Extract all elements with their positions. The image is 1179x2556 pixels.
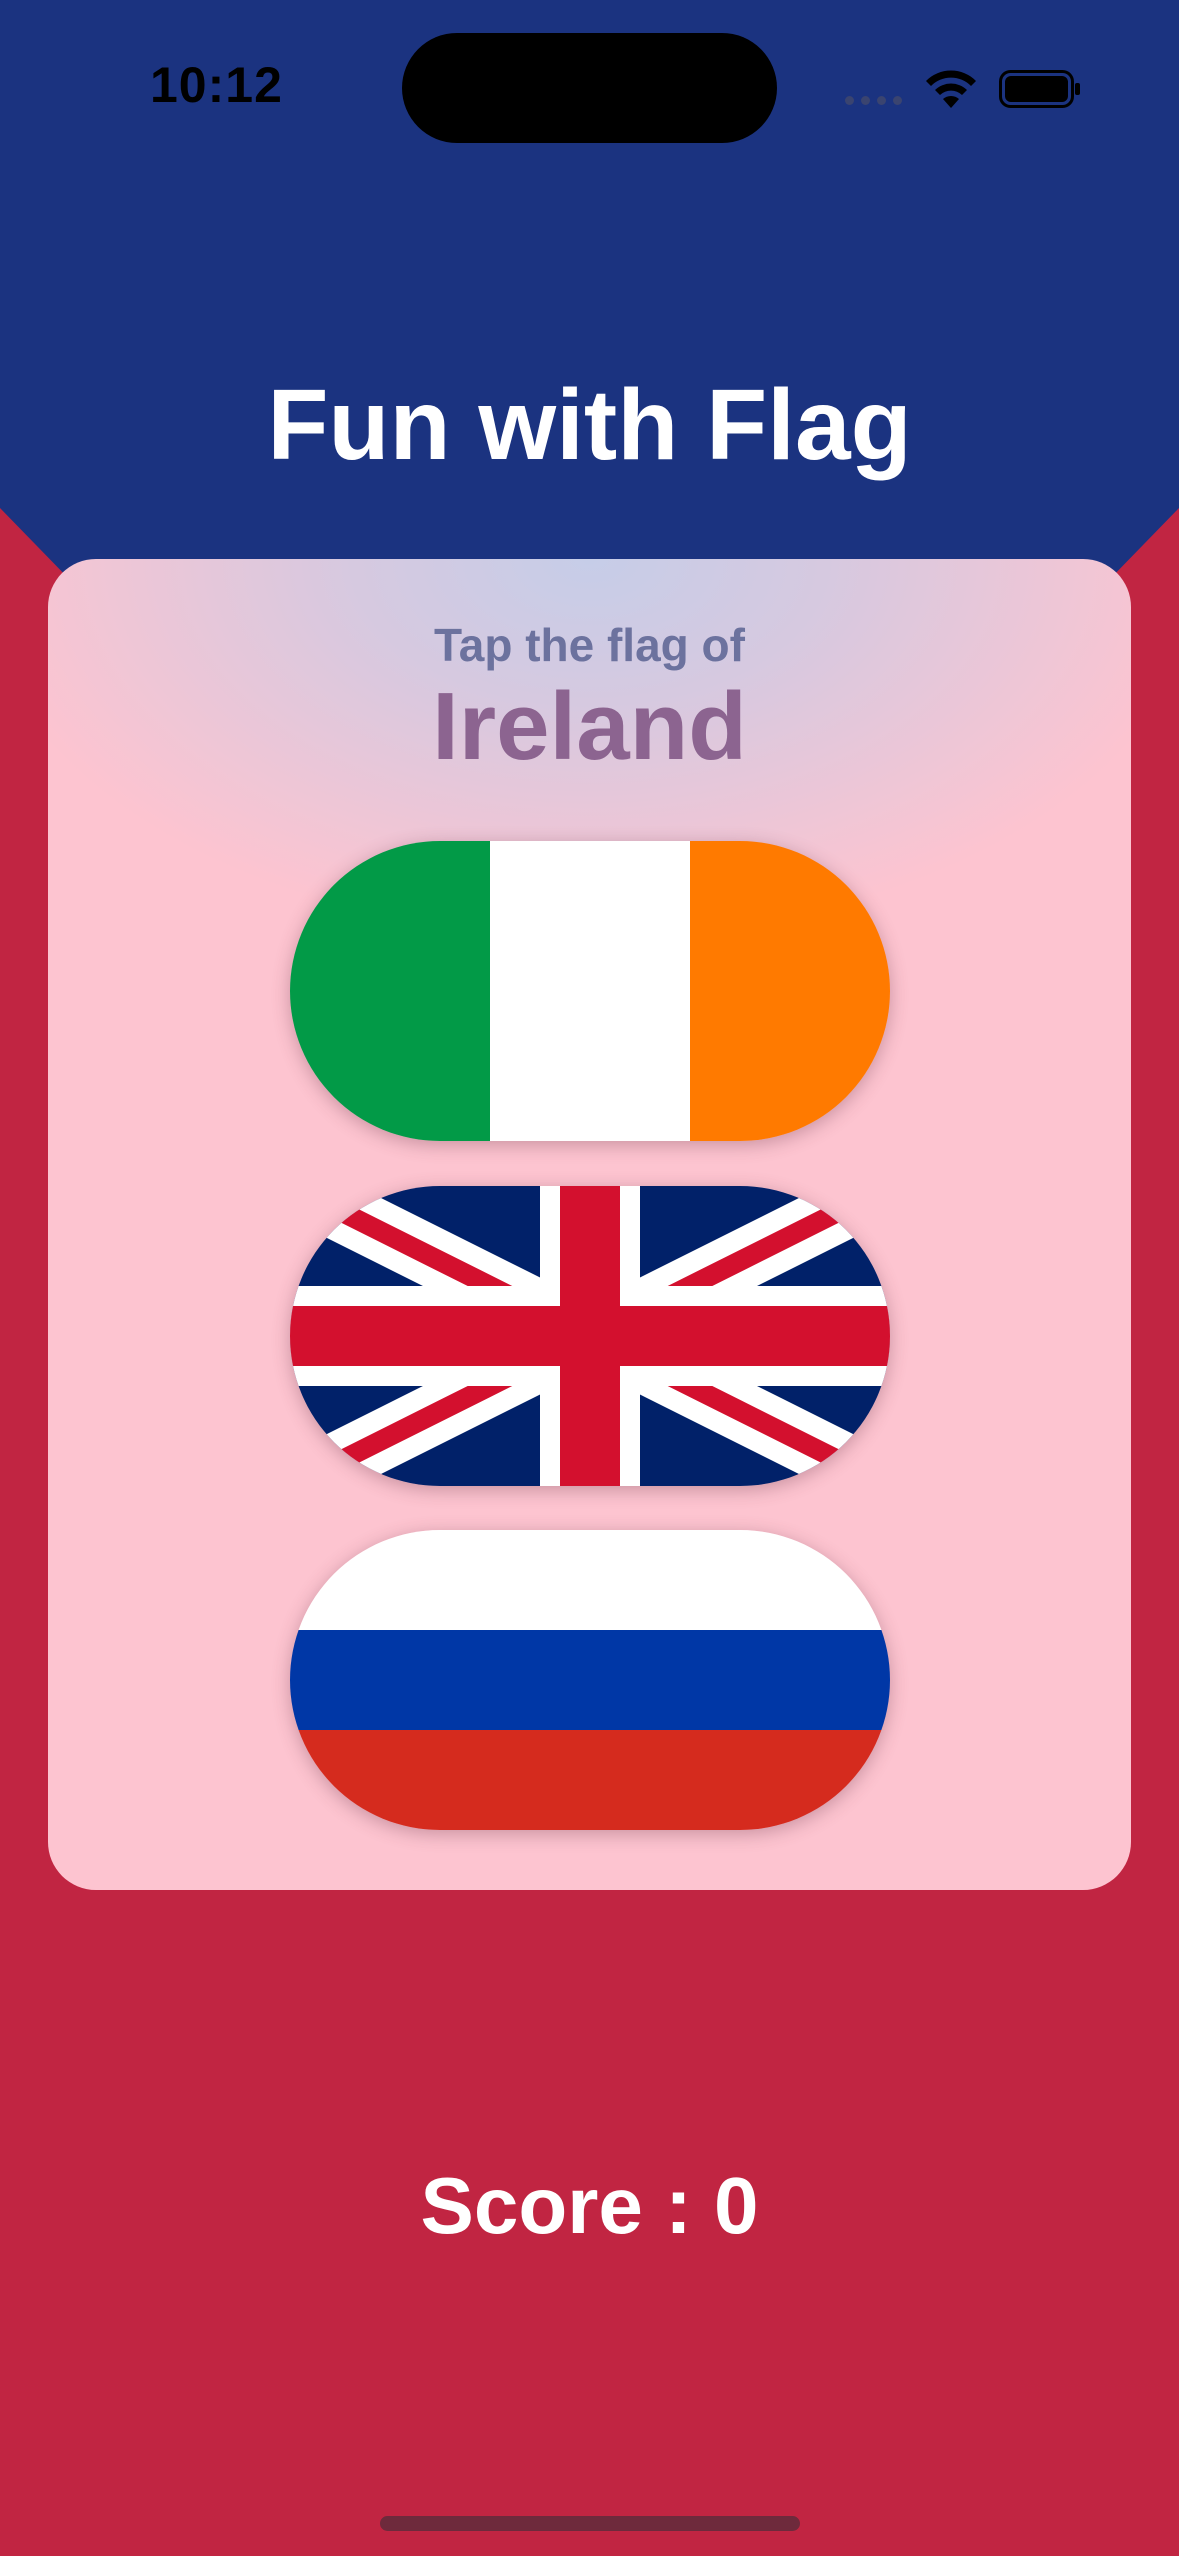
score-label: Score : 0 — [420, 2161, 759, 2250]
wifi-icon — [926, 70, 976, 108]
status-time: 10:12 — [150, 57, 283, 113]
flag-button-ireland[interactable] — [290, 841, 890, 1141]
russia-flag-icon — [290, 1530, 890, 1830]
united-kingdom-flag-icon — [290, 1186, 890, 1486]
battery-icon — [999, 70, 1080, 108]
status-bar: 10:12 — [0, 0, 1179, 170]
target-country-name: Ireland — [432, 673, 747, 780]
flag-button-united-kingdom[interactable] — [290, 1186, 890, 1486]
home-indicator[interactable] — [380, 2516, 800, 2531]
prompt-label: Tap the flag of — [434, 619, 745, 671]
dynamic-island — [402, 33, 777, 143]
flag-button-russia[interactable] — [290, 1530, 890, 1830]
question-card: Tap the flag of Ireland — [48, 559, 1131, 1890]
cellular-signal-icon — [845, 96, 902, 105]
ireland-flag-icon — [290, 841, 890, 1141]
app-title: Fun with Flag — [267, 369, 912, 481]
